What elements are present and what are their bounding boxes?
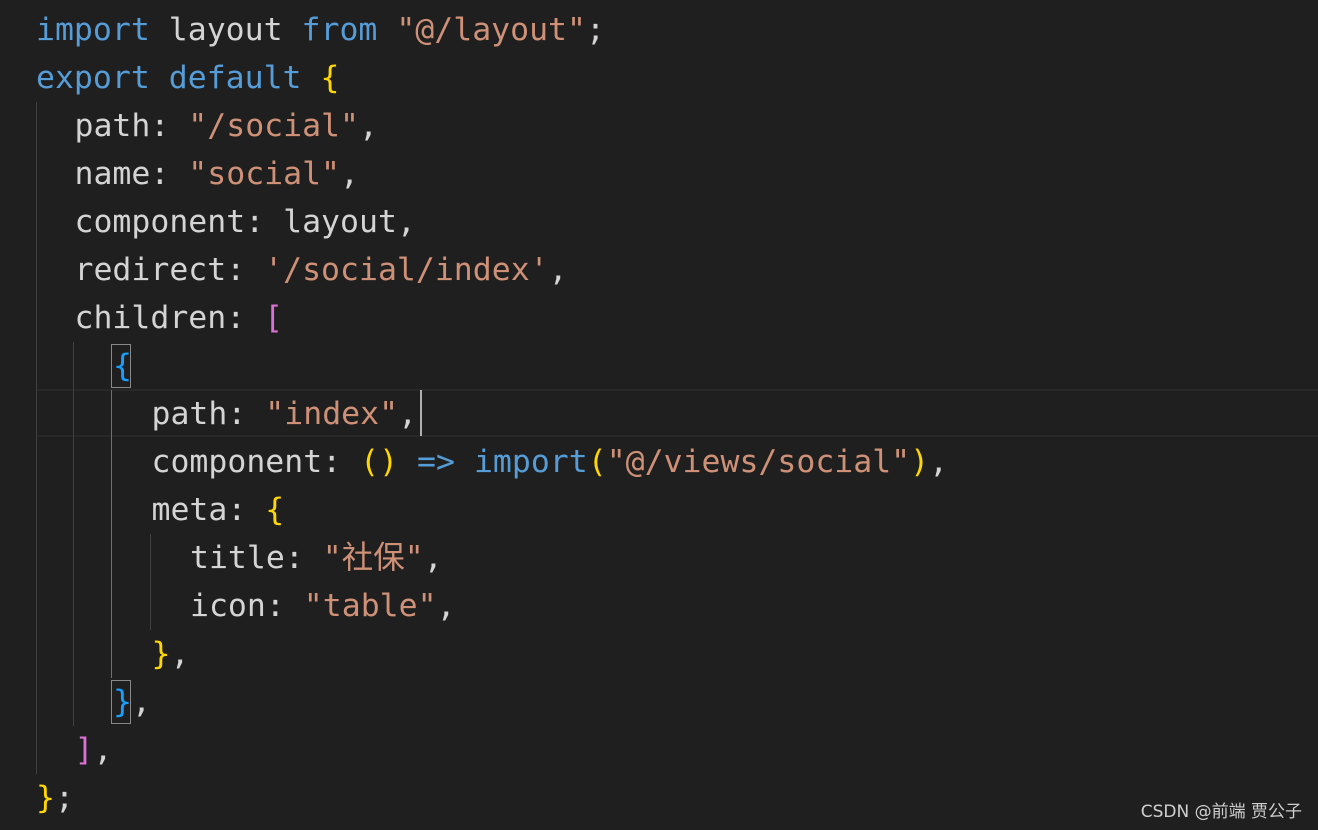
code-token: default (168, 60, 302, 96)
code-token: : (284, 540, 323, 576)
code-token: => (417, 444, 455, 480)
code-token: , (170, 636, 190, 672)
code-token: } (36, 780, 55, 816)
code-token: : (227, 492, 266, 528)
indent-guide (150, 534, 151, 630)
code-token: : (245, 204, 284, 240)
code-line-1[interactable]: import layout from "@/layout"; (36, 6, 605, 54)
code-token: } (151, 636, 171, 672)
code-line-4[interactable]: name: "social", (75, 150, 359, 198)
code-token: ; (586, 12, 605, 48)
code-line-8[interactable]: { (113, 342, 132, 390)
code-token: "@/layout" (396, 12, 586, 48)
code-token: , (398, 396, 418, 432)
code-line-13[interactable]: icon: "table", (190, 582, 456, 630)
code-token: "/social" (188, 108, 359, 144)
code-token: { (265, 492, 285, 528)
code-token: [ (264, 300, 284, 336)
code-line-5[interactable]: component: layout, (75, 198, 416, 246)
code-token: layout (149, 12, 302, 48)
code-token: from (301, 12, 378, 48)
code-line-9[interactable]: path: "index", (152, 390, 418, 438)
code-token: ] (74, 732, 94, 768)
indent-guide (36, 102, 37, 774)
code-editor[interactable]: import layout from "@/layout"; export def… (0, 0, 1318, 830)
code-line-15[interactable]: }, (113, 678, 151, 726)
code-token: { (320, 60, 340, 96)
code-token: component (74, 204, 246, 240)
code-token: : (226, 252, 265, 288)
watermark: CSDN @前端 贾公子 (1140, 802, 1302, 822)
code-token: redirect (74, 252, 227, 288)
code-token: , (93, 732, 113, 768)
code-token: ) (910, 444, 930, 480)
code-token: import (473, 444, 588, 480)
code-token: , (396, 204, 416, 240)
code-token: , (929, 444, 949, 480)
code-token: : (150, 156, 189, 192)
code-token: , (340, 156, 359, 192)
code-token: ; (54, 780, 74, 816)
code-token: children (74, 300, 227, 336)
code-token: component (151, 444, 323, 480)
code-token: , (423, 540, 443, 576)
code-token: name (74, 156, 151, 192)
code-token: "社保" (322, 540, 424, 576)
indent-guide (73, 342, 74, 726)
code-token: layout (283, 204, 397, 240)
code-token: () (360, 444, 399, 480)
code-line-2[interactable]: export default { (36, 54, 339, 102)
code-token: export (36, 60, 150, 96)
text-cursor (420, 390, 422, 436)
code-token: path (74, 108, 151, 144)
code-line-14[interactable]: }, (152, 630, 190, 678)
code-line-11[interactable]: meta: { (152, 486, 285, 534)
code-token: '/social/index' (264, 252, 549, 288)
code-line-12[interactable]: title: "社保", (190, 534, 443, 582)
code-token: : (322, 444, 361, 480)
code-line-3[interactable]: path: "/social", (75, 102, 378, 150)
code-token: meta (151, 492, 228, 528)
code-token: : (227, 396, 266, 432)
code-token: "@/views/social" (606, 444, 911, 480)
code-line-6[interactable]: redirect: '/social/index', (75, 246, 568, 294)
code-token: path (151, 396, 228, 432)
code-token: , (131, 684, 151, 720)
code-token: , (436, 588, 456, 624)
code-line-10[interactable]: component: () => import("@/views/social"… (152, 438, 949, 486)
code-line-17[interactable]: }; (36, 774, 74, 822)
code-token: ( (587, 444, 607, 480)
code-token: } (113, 684, 132, 720)
code-token: : (226, 300, 265, 336)
code-token: : (150, 108, 189, 144)
code-token: : (265, 588, 304, 624)
code-line-16[interactable]: ], (75, 726, 113, 774)
code-token: import (36, 12, 150, 48)
code-token: "index" (265, 396, 399, 432)
code-token: "social" (188, 156, 341, 192)
code-token: , (548, 252, 568, 288)
code-line-7[interactable]: children: [ (75, 294, 284, 342)
code-token: , (358, 108, 378, 144)
code-token: title (190, 540, 285, 576)
code-token: icon (190, 588, 266, 624)
code-token: { (113, 348, 132, 384)
code-token: "table" (303, 588, 437, 624)
indent-guide-active (111, 390, 112, 678)
